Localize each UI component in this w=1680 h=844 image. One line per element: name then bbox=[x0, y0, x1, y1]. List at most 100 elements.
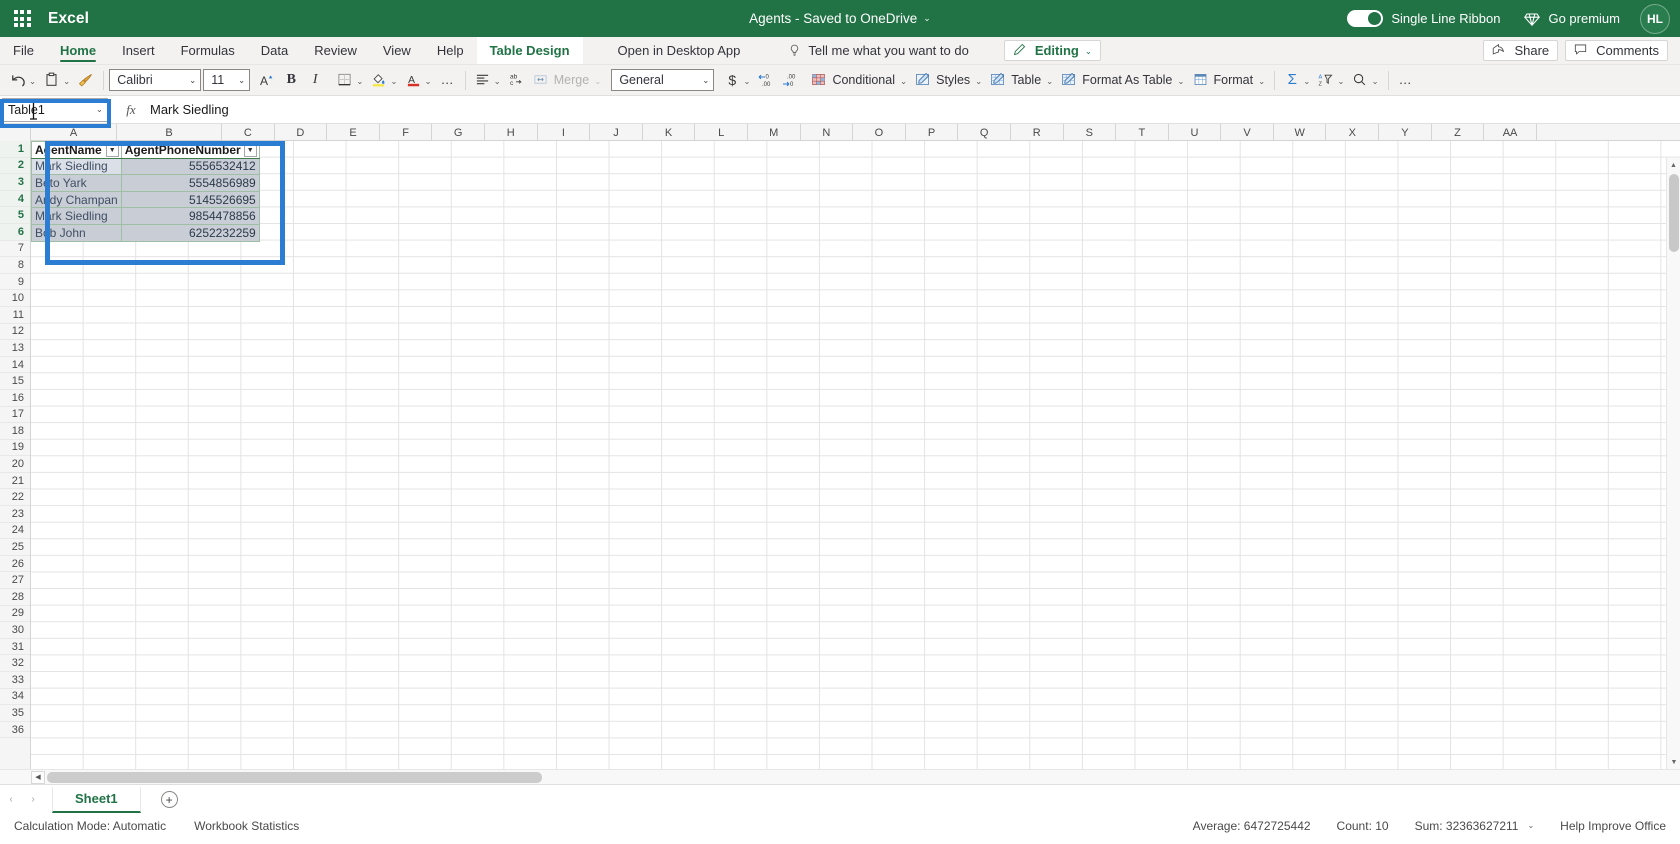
column-header-i[interactable]: I bbox=[538, 124, 591, 141]
row-header-35[interactable]: 35 bbox=[0, 705, 30, 722]
column-header-u[interactable]: U bbox=[1169, 124, 1222, 141]
tab-file[interactable]: File bbox=[0, 37, 47, 64]
scroll-up-button[interactable]: ▲ bbox=[1667, 158, 1680, 172]
increase-decimal-button[interactable]: 0.00 bbox=[754, 68, 778, 93]
app-launcher-icon[interactable] bbox=[0, 0, 44, 37]
scroll-left-button[interactable]: ◀ bbox=[31, 770, 45, 784]
row-header-13[interactable]: 13 bbox=[0, 340, 30, 357]
chevron-down-icon[interactable]: ⌄ bbox=[923, 13, 931, 24]
row-header-25[interactable]: 25 bbox=[0, 539, 30, 556]
column-header-h[interactable]: H bbox=[485, 124, 538, 141]
column-header-n[interactable]: N bbox=[801, 124, 854, 141]
chevron-down-icon[interactable]: ⌄ bbox=[238, 75, 245, 86]
excel-table[interactable]: AgentName ▼ AgentPhoneNumber ▼ Mark Sied… bbox=[31, 141, 260, 242]
row-header-14[interactable]: 14 bbox=[0, 357, 30, 374]
chevron-down-icon[interactable]: ⌄ bbox=[1371, 77, 1378, 86]
row-header-29[interactable]: 29 bbox=[0, 606, 30, 623]
conditional-formatting-button[interactable]: Conditional ⌄ bbox=[807, 68, 911, 93]
row-header-7[interactable]: 7 bbox=[0, 241, 30, 258]
tab-view[interactable]: View bbox=[370, 37, 424, 64]
chevron-down-icon[interactable]: ⌄ bbox=[63, 77, 70, 86]
cell-agentphonenumber[interactable]: 5145526695 bbox=[120, 190, 260, 209]
row-header-26[interactable]: 26 bbox=[0, 556, 30, 573]
cell-styles-button[interactable]: Styles ⌄ bbox=[911, 68, 986, 93]
row-header-17[interactable]: 17 bbox=[0, 407, 30, 424]
chevron-down-icon[interactable]: ⌄ bbox=[1527, 821, 1534, 830]
column-header-p[interactable]: P bbox=[906, 124, 959, 141]
single-line-ribbon-toggle[interactable]: Single Line Ribbon bbox=[1335, 4, 1512, 33]
row-header-32[interactable]: 32 bbox=[0, 655, 30, 672]
row-header-21[interactable]: 21 bbox=[0, 473, 30, 490]
column-header-k[interactable]: K bbox=[643, 124, 696, 141]
format-button[interactable]: Format ⌄ bbox=[1189, 68, 1270, 93]
alignment-button[interactable]: ⌄ bbox=[471, 68, 505, 93]
format-painter-button[interactable] bbox=[74, 68, 98, 93]
cell-agentphonenumber[interactable]: 9854478856 bbox=[120, 207, 260, 225]
sort-and-filter-button[interactable]: AZ ⌄ bbox=[1314, 68, 1348, 93]
font-name-select[interactable]: Calibri ⌄ bbox=[109, 69, 202, 91]
currency-format-button[interactable]: $ ⌄ bbox=[720, 68, 754, 93]
row-header-36[interactable]: 36 bbox=[0, 722, 30, 739]
column-header-w[interactable]: W bbox=[1274, 124, 1327, 141]
column-header-t[interactable]: T bbox=[1116, 124, 1169, 141]
row-header-12[interactable]: 12 bbox=[0, 324, 30, 341]
horizontal-scrollbar[interactable]: ◀ bbox=[0, 769, 1680, 784]
fx-icon[interactable]: fx bbox=[118, 102, 144, 118]
calculation-mode-status[interactable]: Calculation Mode: Automatic bbox=[14, 819, 166, 833]
cell-agentname[interactable]: Mark Siedling bbox=[31, 157, 122, 176]
decrease-decimal-button[interactable]: .00 0 bbox=[778, 68, 802, 93]
row-header-15[interactable]: 15 bbox=[0, 373, 30, 390]
tab-insert[interactable]: Insert bbox=[109, 37, 168, 64]
table-row[interactable]: Mark Siedling 9854478856 bbox=[31, 207, 260, 225]
cell-agentname[interactable]: Bob John bbox=[31, 223, 122, 242]
row-header-30[interactable]: 30 bbox=[0, 622, 30, 639]
column-header-z[interactable]: Z bbox=[1432, 124, 1485, 141]
chevron-down-icon[interactable]: ⌄ bbox=[390, 77, 397, 86]
tell-me-search[interactable]: Tell me what you want to do bbox=[775, 37, 981, 64]
open-in-desktop-app-button[interactable]: Open in Desktop App bbox=[605, 37, 754, 64]
row-header-3[interactable]: 3 bbox=[0, 174, 30, 191]
row-header-33[interactable]: 33 bbox=[0, 672, 30, 689]
horizontal-scroll-thumb[interactable] bbox=[47, 771, 542, 783]
avatar[interactable]: HL bbox=[1640, 3, 1670, 34]
vertical-scrollbar[interactable]: ▲ ▼ bbox=[1666, 158, 1680, 769]
column-header-r[interactable]: R bbox=[1011, 124, 1064, 141]
tab-formulas[interactable]: Formulas bbox=[168, 37, 248, 64]
workbook-statistics-button[interactable]: Workbook Statistics bbox=[194, 819, 299, 833]
italic-button[interactable]: I bbox=[303, 68, 327, 93]
row-header-10[interactable]: 10 bbox=[0, 290, 30, 307]
cell-agentname[interactable]: Andy Champan bbox=[31, 190, 122, 209]
toggle-switch-icon[interactable] bbox=[1347, 10, 1384, 27]
table-row[interactable]: Andy Champan 5145526695 bbox=[31, 190, 260, 209]
number-format-select[interactable]: General ⌄ bbox=[611, 69, 715, 91]
tab-table-design[interactable]: Table Design bbox=[476, 37, 583, 64]
column-header-o[interactable]: O bbox=[853, 124, 906, 141]
column-header-m[interactable]: M bbox=[748, 124, 801, 141]
row-header-18[interactable]: 18 bbox=[0, 423, 30, 440]
app-brand-label[interactable]: Excel bbox=[48, 10, 89, 28]
chevron-down-icon[interactable]: ⌄ bbox=[425, 77, 432, 86]
row-header-8[interactable]: 8 bbox=[0, 257, 30, 274]
editing-mode-button[interactable]: Editing ⌄ bbox=[1003, 40, 1101, 61]
format-as-table-button[interactable]: Format As Table ⌄ bbox=[1057, 68, 1188, 93]
column-header-aa[interactable]: AA bbox=[1484, 124, 1537, 141]
chevron-down-icon[interactable]: ⌄ bbox=[743, 77, 750, 86]
table-row[interactable]: Mark Siedling 5556532412 bbox=[31, 157, 260, 176]
cell-agentphonenumber[interactable]: 5556532412 bbox=[120, 157, 260, 176]
row-header-5[interactable]: 5 bbox=[0, 207, 30, 224]
row-header-19[interactable]: 19 bbox=[0, 440, 30, 457]
row-header-27[interactable]: 27 bbox=[0, 572, 30, 590]
column-header-a[interactable]: A bbox=[31, 124, 117, 141]
table-row[interactable]: Beto Yark 5554856989 bbox=[31, 174, 260, 192]
fill-color-button[interactable]: ⌄ bbox=[367, 68, 401, 93]
cell-agentphonenumber[interactable]: 5554856989 bbox=[120, 174, 260, 192]
row-header-2[interactable]: 2 bbox=[0, 157, 30, 175]
bold-button[interactable]: B bbox=[279, 68, 303, 93]
go-premium-button[interactable]: Go premium bbox=[1512, 5, 1632, 33]
autosum-button[interactable]: Σ ⌄ bbox=[1280, 68, 1314, 93]
chevron-down-icon[interactable]: ⌄ bbox=[975, 77, 982, 86]
row-header-31[interactable]: 31 bbox=[0, 639, 30, 656]
row-header-22[interactable]: 22 bbox=[0, 489, 30, 507]
share-button[interactable]: Share bbox=[1483, 40, 1559, 61]
grid-cells[interactable]: AgentName ▼ AgentPhoneNumber ▼ Mark Sied… bbox=[31, 141, 1680, 769]
